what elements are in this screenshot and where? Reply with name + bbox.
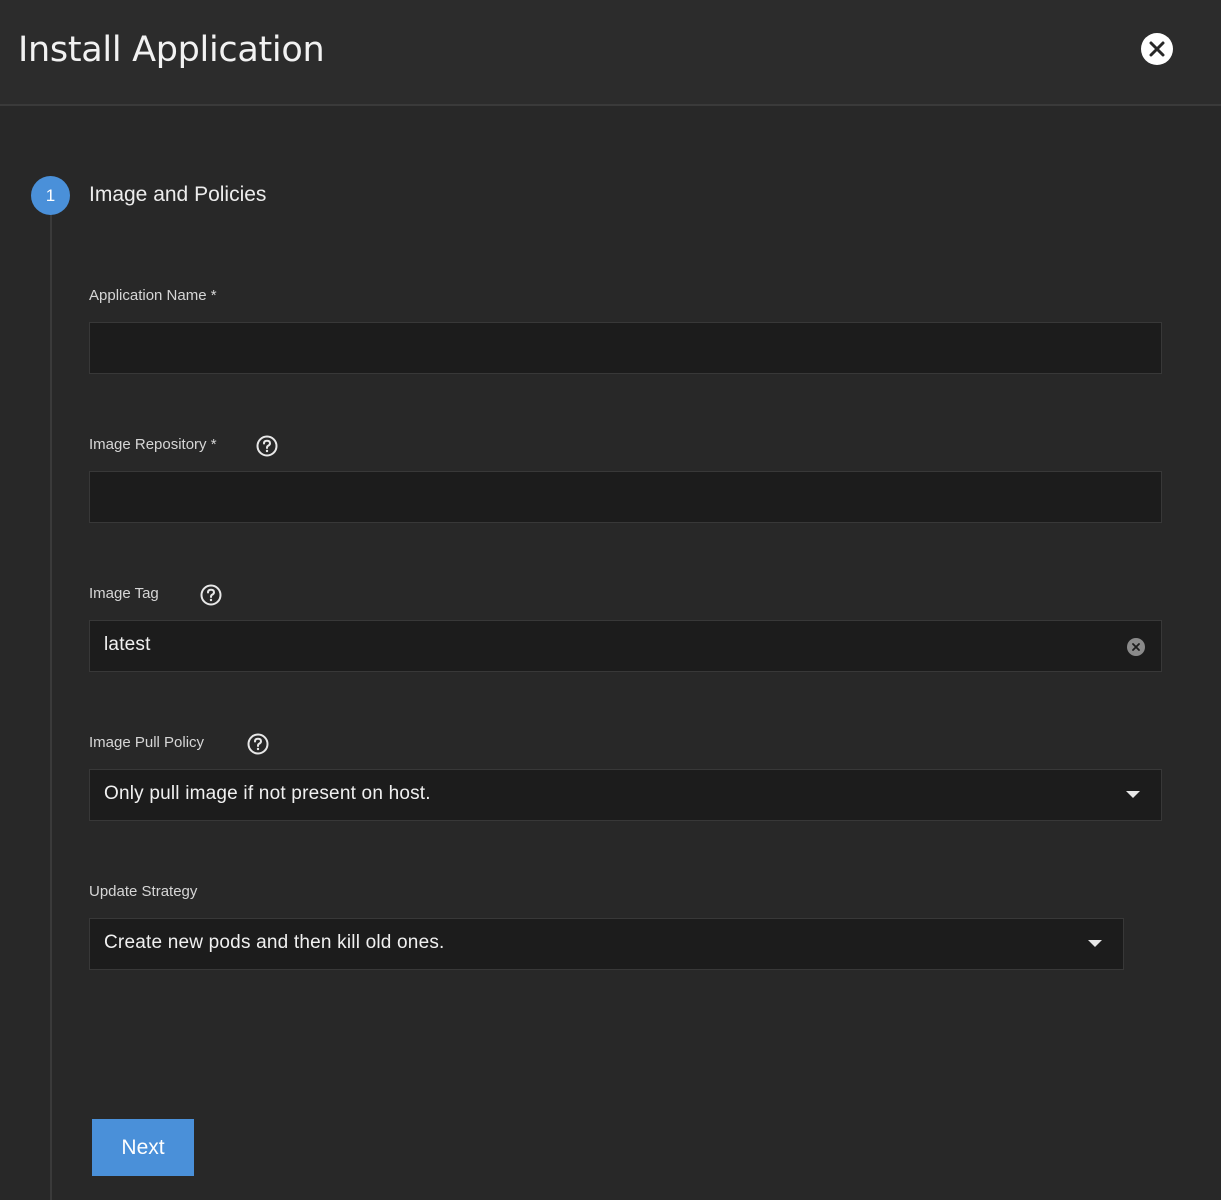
next-button[interactable]: Next	[92, 1119, 194, 1176]
close-button[interactable]	[1141, 33, 1173, 65]
clear-icon[interactable]	[1127, 638, 1145, 656]
help-icon	[200, 584, 222, 606]
image-repository-input[interactable]	[89, 471, 1162, 523]
image-tag-label: Image Tag	[89, 585, 159, 602]
chevron-down-icon	[1126, 791, 1140, 798]
help-icon	[256, 435, 278, 457]
update-strategy-value: Create new pods and then kill old ones.	[104, 932, 445, 953]
image-pull-policy-select[interactable]: Only pull image if not present on host.	[89, 769, 1162, 821]
update-strategy-select[interactable]: Create new pods and then kill old ones.	[89, 918, 1124, 970]
close-icon	[1149, 41, 1165, 57]
chevron-down-icon	[1088, 940, 1102, 947]
image-repository-label: Image Repository *	[89, 436, 217, 453]
step-number-badge: 1	[31, 176, 70, 215]
application-name-input[interactable]	[89, 322, 1162, 374]
image-pull-policy-label: Image Pull Policy	[89, 734, 205, 751]
install-application-dialog: Install Application 1 Image and Policies…	[0, 0, 1221, 1200]
image-pull-policy-help-icon[interactable]	[247, 733, 269, 755]
help-icon	[247, 733, 269, 755]
stepper-line	[50, 214, 52, 1200]
application-name-label: Application Name *	[89, 287, 217, 304]
image-pull-policy-value: Only pull image if not present on host.	[104, 783, 431, 804]
update-strategy-label: Update Strategy	[89, 883, 198, 900]
dialog-header: Install Application	[0, 0, 1221, 106]
step-title: Image and Policies	[89, 183, 267, 206]
dialog-title: Install Application	[18, 30, 325, 70]
image-repository-help-icon[interactable]	[256, 435, 278, 457]
image-tag-input[interactable]: latest	[89, 620, 1162, 672]
image-tag-help-icon[interactable]	[200, 584, 222, 606]
image-tag-value: latest	[104, 634, 151, 655]
